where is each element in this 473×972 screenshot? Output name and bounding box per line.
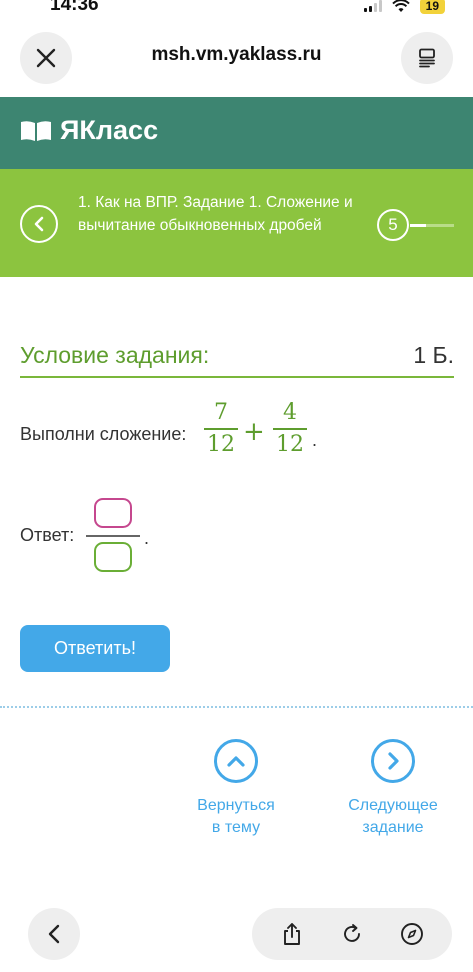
reader-icon xyxy=(419,48,435,68)
reload-button[interactable] xyxy=(334,916,370,952)
section-divider xyxy=(0,706,473,708)
status-icons: 19 xyxy=(363,0,445,14)
reader-mode-button[interactable] xyxy=(401,32,453,84)
reload-icon xyxy=(344,924,360,942)
chevron-left-icon xyxy=(34,216,44,232)
step-progress xyxy=(410,224,426,227)
fraction-second-numerator: 4 xyxy=(283,400,297,425)
back-label-line2: в тему xyxy=(211,819,261,836)
next-task-label[interactable]: Следующее задание xyxy=(333,795,453,839)
plus-operator: + xyxy=(243,417,265,447)
task-title: Условие задания: xyxy=(20,342,210,368)
wifi-icon xyxy=(391,0,410,12)
task-instruction: Выполни сложение: xyxy=(20,424,187,444)
chevron-left-icon xyxy=(48,924,60,944)
fraction-bar xyxy=(273,428,307,430)
share-icon xyxy=(284,923,300,945)
fraction-second-denominator: 12 xyxy=(276,432,304,457)
compass-button[interactable] xyxy=(394,916,430,952)
answer-fraction-bar xyxy=(86,535,140,537)
topic-title: 1. Как на ВПР. Задание 1. Сложение и выч… xyxy=(78,194,353,234)
fraction-first-denominator: 12 xyxy=(207,432,235,457)
chevron-right-icon xyxy=(388,752,399,770)
site-header: ЯКласс xyxy=(0,97,473,169)
status-time: 14:36 xyxy=(50,0,99,15)
browser-toolbar xyxy=(0,900,473,972)
share-button[interactable] xyxy=(274,916,310,952)
statement-end-dot: . xyxy=(312,430,318,450)
cellular-signal-icon xyxy=(363,0,382,12)
answer-numerator-input[interactable] xyxy=(94,498,132,528)
next-task-link[interactable]: Следующее задание xyxy=(333,739,453,839)
submit-answer-button[interactable]: Ответить! xyxy=(20,625,170,672)
battery-indicator: 19 xyxy=(419,0,445,14)
next-label-line2: задание xyxy=(362,819,424,836)
step-indicator: 5 xyxy=(377,209,409,241)
answer-end-dot: . xyxy=(144,528,150,548)
brand-logo[interactable]: ЯКласс xyxy=(20,115,158,146)
book-logo-icon xyxy=(21,120,51,141)
back-circle[interactable] xyxy=(214,739,258,783)
brand-name: ЯКласс xyxy=(60,115,159,145)
fraction-second: 4 12 xyxy=(273,400,307,458)
answer-label: Ответ: xyxy=(20,525,75,545)
fraction-first-numerator: 7 xyxy=(214,400,228,425)
task-points: 1 Б. xyxy=(413,342,454,368)
browser-actions xyxy=(252,908,452,960)
step-track xyxy=(426,224,454,227)
back-to-topic-button[interactable] xyxy=(20,205,58,243)
answer-fraction xyxy=(86,496,140,578)
back-to-topic-label[interactable]: Вернуться в тему xyxy=(176,795,296,839)
chevron-up-icon xyxy=(227,756,245,767)
compass-icon xyxy=(401,923,423,945)
fraction-bar xyxy=(204,428,238,430)
browser-address-bar: msh.vm.yaklass.ru xyxy=(0,24,473,90)
next-label-line1: Следующее xyxy=(348,797,438,814)
task-header: Условие задания: 1 Б. xyxy=(20,336,454,378)
back-to-topic-link[interactable]: Вернуться в тему xyxy=(176,739,296,839)
back-label-line1: Вернуться xyxy=(197,797,275,814)
browser-back-button[interactable] xyxy=(28,908,80,960)
topic-bar: 1. Как на ВПР. Задание 1. Сложение и выч… xyxy=(0,169,473,277)
answer-denominator-input[interactable] xyxy=(94,542,132,572)
status-bar: 14:36 19 xyxy=(0,0,473,20)
fraction-first: 7 12 xyxy=(204,400,238,458)
next-circle[interactable] xyxy=(371,739,415,783)
